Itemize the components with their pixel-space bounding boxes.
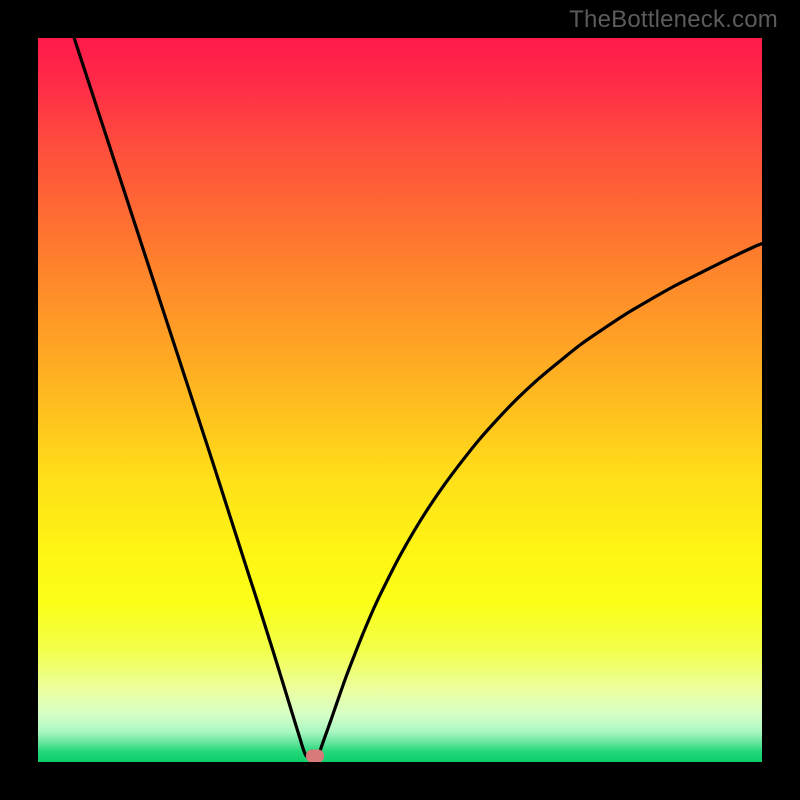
chart-canvas bbox=[38, 38, 762, 762]
plot-area bbox=[38, 38, 762, 762]
outer-frame: TheBottleneck.com bbox=[0, 0, 800, 800]
current-config-marker bbox=[306, 750, 324, 762]
gradient-background bbox=[38, 38, 762, 762]
watermark-text: TheBottleneck.com bbox=[569, 6, 778, 34]
